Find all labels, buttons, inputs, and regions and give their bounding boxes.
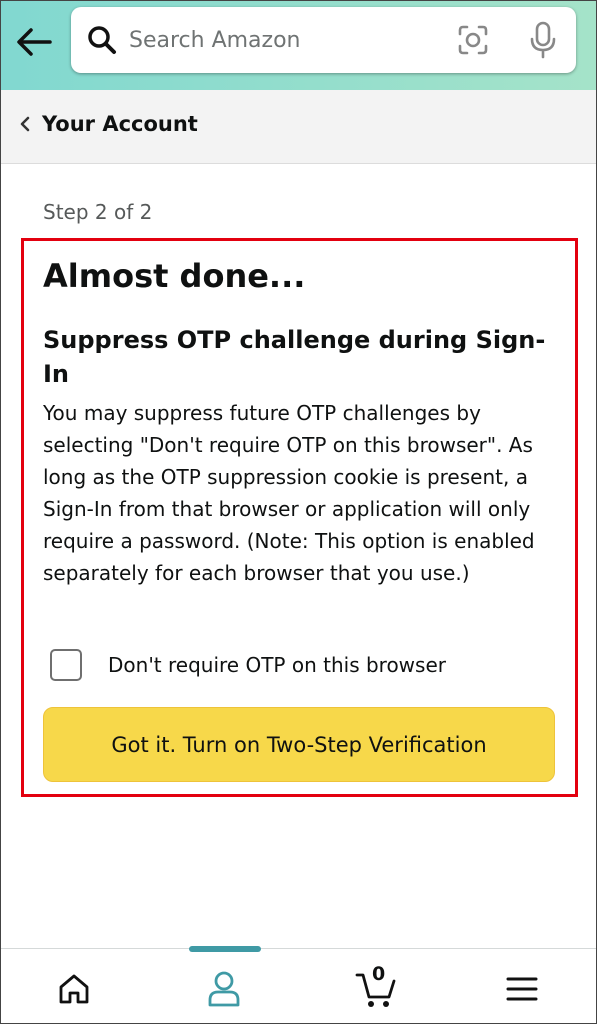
- account-icon: [208, 971, 240, 1007]
- camera-search-button[interactable]: [457, 24, 489, 56]
- menu-icon: [506, 977, 538, 1001]
- search-icon: [88, 26, 116, 54]
- otp-suppression-card: Almost done... Suppress OTP challenge du…: [21, 238, 578, 797]
- breadcrumb[interactable]: Your Account: [20, 112, 198, 136]
- header-bar: [0, 0, 597, 90]
- microphone-icon: [530, 21, 556, 59]
- section-heading: Suppress OTP challenge during Sign-In: [43, 326, 546, 388]
- cart-count: 0: [372, 963, 386, 985]
- breadcrumb-bar: Your Account: [0, 90, 597, 164]
- active-tab-indicator: [189, 946, 261, 952]
- checkbox-label[interactable]: Don't require OTP on this browser: [108, 653, 446, 677]
- page-title: Almost done...: [43, 257, 306, 295]
- chevron-left-icon: [20, 116, 30, 132]
- step-indicator: Step 2 of 2: [43, 200, 153, 224]
- arrow-left-icon: [17, 28, 52, 56]
- voice-search-button[interactable]: [528, 21, 558, 59]
- nav-menu[interactable]: [500, 967, 544, 1011]
- nav-cart[interactable]: 0: [353, 963, 399, 1011]
- breadcrumb-label: Your Account: [42, 112, 198, 136]
- description-text: You may suppress future OTP challenges b…: [43, 401, 535, 585]
- home-icon: [59, 974, 89, 1004]
- turn-on-two-step-button[interactable]: Got it. Turn on Two-Step Verification: [43, 707, 555, 782]
- back-button[interactable]: [14, 22, 54, 62]
- search-box[interactable]: [71, 7, 576, 73]
- camera-lens-icon: [458, 25, 488, 55]
- nav-account[interactable]: [202, 967, 246, 1011]
- otp-checkbox[interactable]: [50, 649, 82, 681]
- bottom-nav: 0: [0, 948, 597, 1024]
- nav-home[interactable]: [52, 967, 96, 1011]
- otp-checkbox-row[interactable]: Don't require OTP on this browser: [50, 649, 446, 681]
- search-input[interactable]: [129, 21, 429, 59]
